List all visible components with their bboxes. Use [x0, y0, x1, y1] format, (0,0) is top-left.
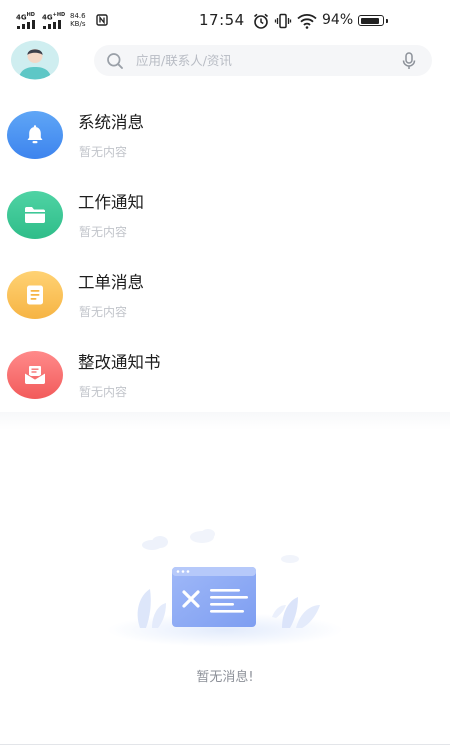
section-divider [0, 412, 450, 430]
nfc-icon [96, 14, 108, 26]
message-item-system[interactable]: 系统消息 暂无内容 [0, 95, 450, 175]
message-item-rectification-notice[interactable]: 整改通知书 暂无内容 [0, 335, 450, 415]
network-speed: 84.6 KB/s [70, 12, 86, 28]
alarm-icon [253, 13, 269, 29]
message-subtitle: 暂无内容 [79, 225, 128, 239]
message-item-work-order[interactable]: 工单消息 暂无内容 [0, 255, 450, 335]
vibrate-icon [274, 13, 292, 29]
mail-icon [7, 351, 63, 399]
message-title: 工单消息 [78, 273, 144, 292]
sim1-hd-label: HD [26, 12, 35, 18]
mic-icon[interactable] [402, 52, 416, 70]
folder-icon [7, 191, 63, 239]
message-subtitle: 暂无内容 [79, 385, 128, 399]
sim2-signal: 4G+HD [42, 12, 68, 30]
clock: 17:54 [199, 11, 245, 29]
network-speed-unit: KB/s [70, 20, 86, 28]
search-icon [107, 53, 123, 69]
wifi-icon [297, 14, 317, 29]
sim2-hd-label: +HD [52, 12, 66, 18]
battery-percent: 94% [322, 12, 354, 28]
avatar[interactable] [10, 40, 60, 80]
message-item-work-notice[interactable]: 工作通知 暂无内容 [0, 175, 450, 255]
battery-icon [358, 15, 388, 26]
search-bar[interactable] [94, 45, 432, 76]
message-title: 整改通知书 [78, 353, 161, 372]
message-subtitle: 暂无内容 [79, 305, 128, 319]
search-input[interactable] [136, 45, 386, 76]
bottom-divider [0, 744, 450, 745]
empty-message-illustration [107, 529, 343, 647]
bell-icon [7, 111, 63, 159]
empty-state-text: 暂无消息! [196, 670, 254, 685]
message-title: 工作通知 [78, 193, 144, 212]
network-speed-value: 84.6 [70, 12, 86, 20]
message-subtitle: 暂无内容 [79, 145, 128, 159]
sim1-signal: 4GHD [16, 12, 42, 30]
battery-level-fill [360, 17, 380, 24]
message-title: 系统消息 [78, 113, 144, 132]
signal-icon [43, 20, 65, 29]
signal-icon [17, 20, 39, 29]
message-list: 系统消息 暂无内容 工作通知 暂无内容 工单消息 暂无内容 整改通知书 暂无内容 [0, 95, 450, 415]
document-icon [7, 271, 63, 319]
status-bar: 4GHD 4G+HD 84.6 KB/s 17:54 94% [0, 0, 450, 42]
